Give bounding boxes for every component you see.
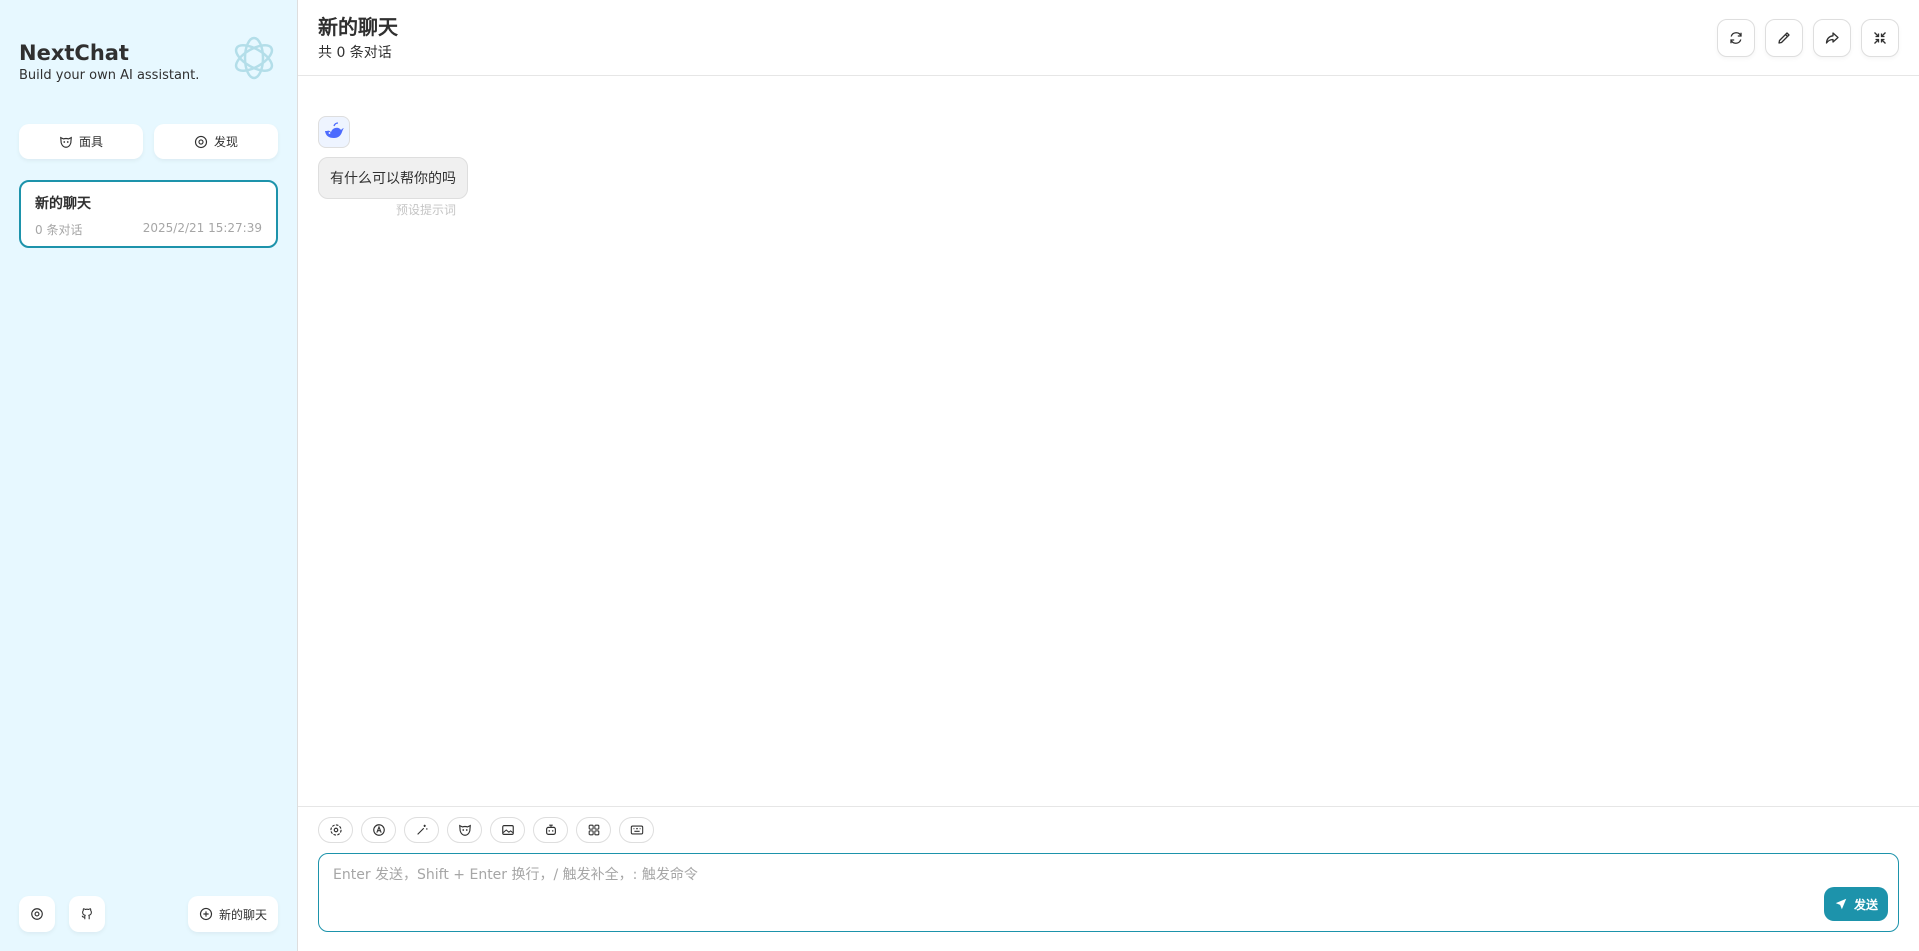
chat-toolbar [318,817,1899,843]
send-button[interactable]: 发送 [1823,887,1888,921]
share-button[interactable] [1813,19,1851,57]
chat-item-title: 新的聊天 [35,196,91,212]
image-icon [501,825,514,835]
sidebar: NextChat Build your own AI assistant. 面具 [0,0,298,951]
mask-tool[interactable] [447,817,482,843]
prompt-tool[interactable] [404,817,439,843]
header-info: 新的聊天 共 0 条对话 [318,14,398,62]
collapse-icon [1874,32,1886,44]
mask-icon [60,136,72,148]
robot-icon [545,824,556,835]
new-chat-label: 新的聊天 [218,907,267,922]
auto-icon [372,824,385,836]
mask-button-label: 面具 [78,135,103,149]
edit-icon [1778,32,1790,44]
discover-button[interactable]: 发现 [154,124,278,159]
mask-icon [458,824,471,836]
refresh-icon [1730,32,1742,44]
message-list: 有什么可以帮你的吗 预设提示词 [298,76,1919,806]
app-window: NextChat Build your own AI assistant. 面具 [0,0,1919,951]
github-button[interactable] [69,896,105,932]
chat-subtitle: 共 0 条对话 [318,45,392,61]
add-circle-icon [199,907,213,921]
chat-title[interactable]: 新的聊天 [318,14,398,40]
assistant-avatar [318,116,350,148]
refresh-button[interactable] [1717,19,1755,57]
send-icon [1835,898,1847,910]
chat-header: 新的聊天 共 0 条对话 [298,0,1919,76]
model-tool[interactable] [533,817,568,843]
keyboard-icon [630,825,643,835]
share-icon [1825,32,1839,44]
github-icon [81,908,92,920]
settings-icon [329,824,342,836]
whale-icon [325,122,344,138]
plugin-tool[interactable] [576,817,611,843]
chat-input[interactable] [319,854,1898,931]
chat-main: 新的聊天 共 0 条对话 有什么可以帮你的吗 预设提示词 Enter 发送，Sh… [298,0,1919,951]
collapse-button[interactable] [1861,19,1899,57]
discover-button-label: 发现 [213,135,238,149]
mask-button[interactable]: 面具 [19,124,143,159]
chat-list-item[interactable]: 新的聊天 0 条对话 2025/2/21 15:27:39 [19,180,278,248]
magic-wand-icon [416,824,427,835]
new-chat-button[interactable]: 新的聊天 [187,896,278,932]
image-tool[interactable] [490,817,525,843]
input-panel: 发送 [298,806,1919,951]
chat-item-count: 0 条对话 [35,223,83,237]
send-button-label: 发送 [1853,897,1878,912]
header-actions [1717,19,1899,57]
shortcut-tool[interactable] [619,817,654,843]
edit-button[interactable] [1765,19,1803,57]
theme-tool[interactable] [361,817,396,843]
compass-icon [194,135,208,148]
openai-logo-icon [234,36,274,80]
sidebar-actions: 面具 发现 [19,124,278,159]
brand: NextChat Build your own AI assistant. [19,36,278,104]
chat-input-box: 发送 [318,853,1899,932]
grid-icon [588,824,599,836]
sidebar-footer: 新的聊天 [19,896,278,932]
settings-button[interactable] [19,896,55,932]
chat-settings-tool[interactable] [318,817,353,843]
chat-item-time: 2025/2/21 15:27:39 [142,221,262,235]
assistant-message-bubble: 有什么可以帮你的吗 [318,157,468,199]
message-note: 预设提示词 [396,203,457,217]
chat-item-meta: 0 条对话 2025/2/21 15:27:39 [35,221,262,238]
settings-icon [31,908,43,920]
